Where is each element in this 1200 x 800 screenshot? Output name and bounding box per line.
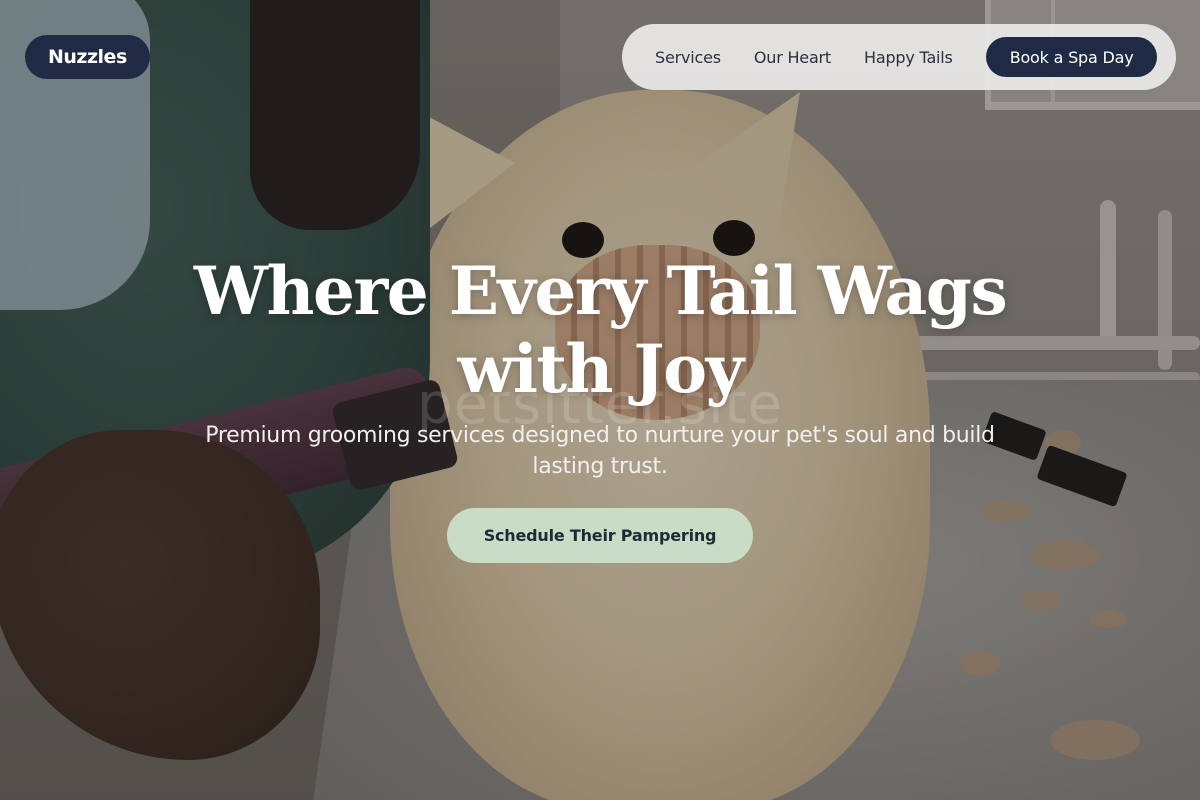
top-navigation: Services Our Heart Happy Tails Book a Sp… [622, 24, 1176, 90]
book-spa-day-button[interactable]: Book a Spa Day [985, 37, 1158, 77]
nav-link-happy-tails[interactable]: Happy Tails [864, 48, 953, 67]
nav-link-our-heart[interactable]: Our Heart [754, 48, 831, 67]
hero-headline-line-2: with Joy [457, 330, 744, 408]
schedule-pampering-button[interactable]: Schedule Their Pampering [447, 508, 753, 563]
nav-link-services[interactable]: Services [655, 48, 721, 67]
hero-headline-line-1: Where Every Tail Wags [193, 252, 1008, 330]
brand-logo[interactable]: Nuzzles [25, 35, 150, 79]
hero-subheadline: Premium grooming services designed to nu… [205, 423, 995, 479]
hero-headline: Where Every Tail Wags with Joy [150, 252, 1050, 408]
